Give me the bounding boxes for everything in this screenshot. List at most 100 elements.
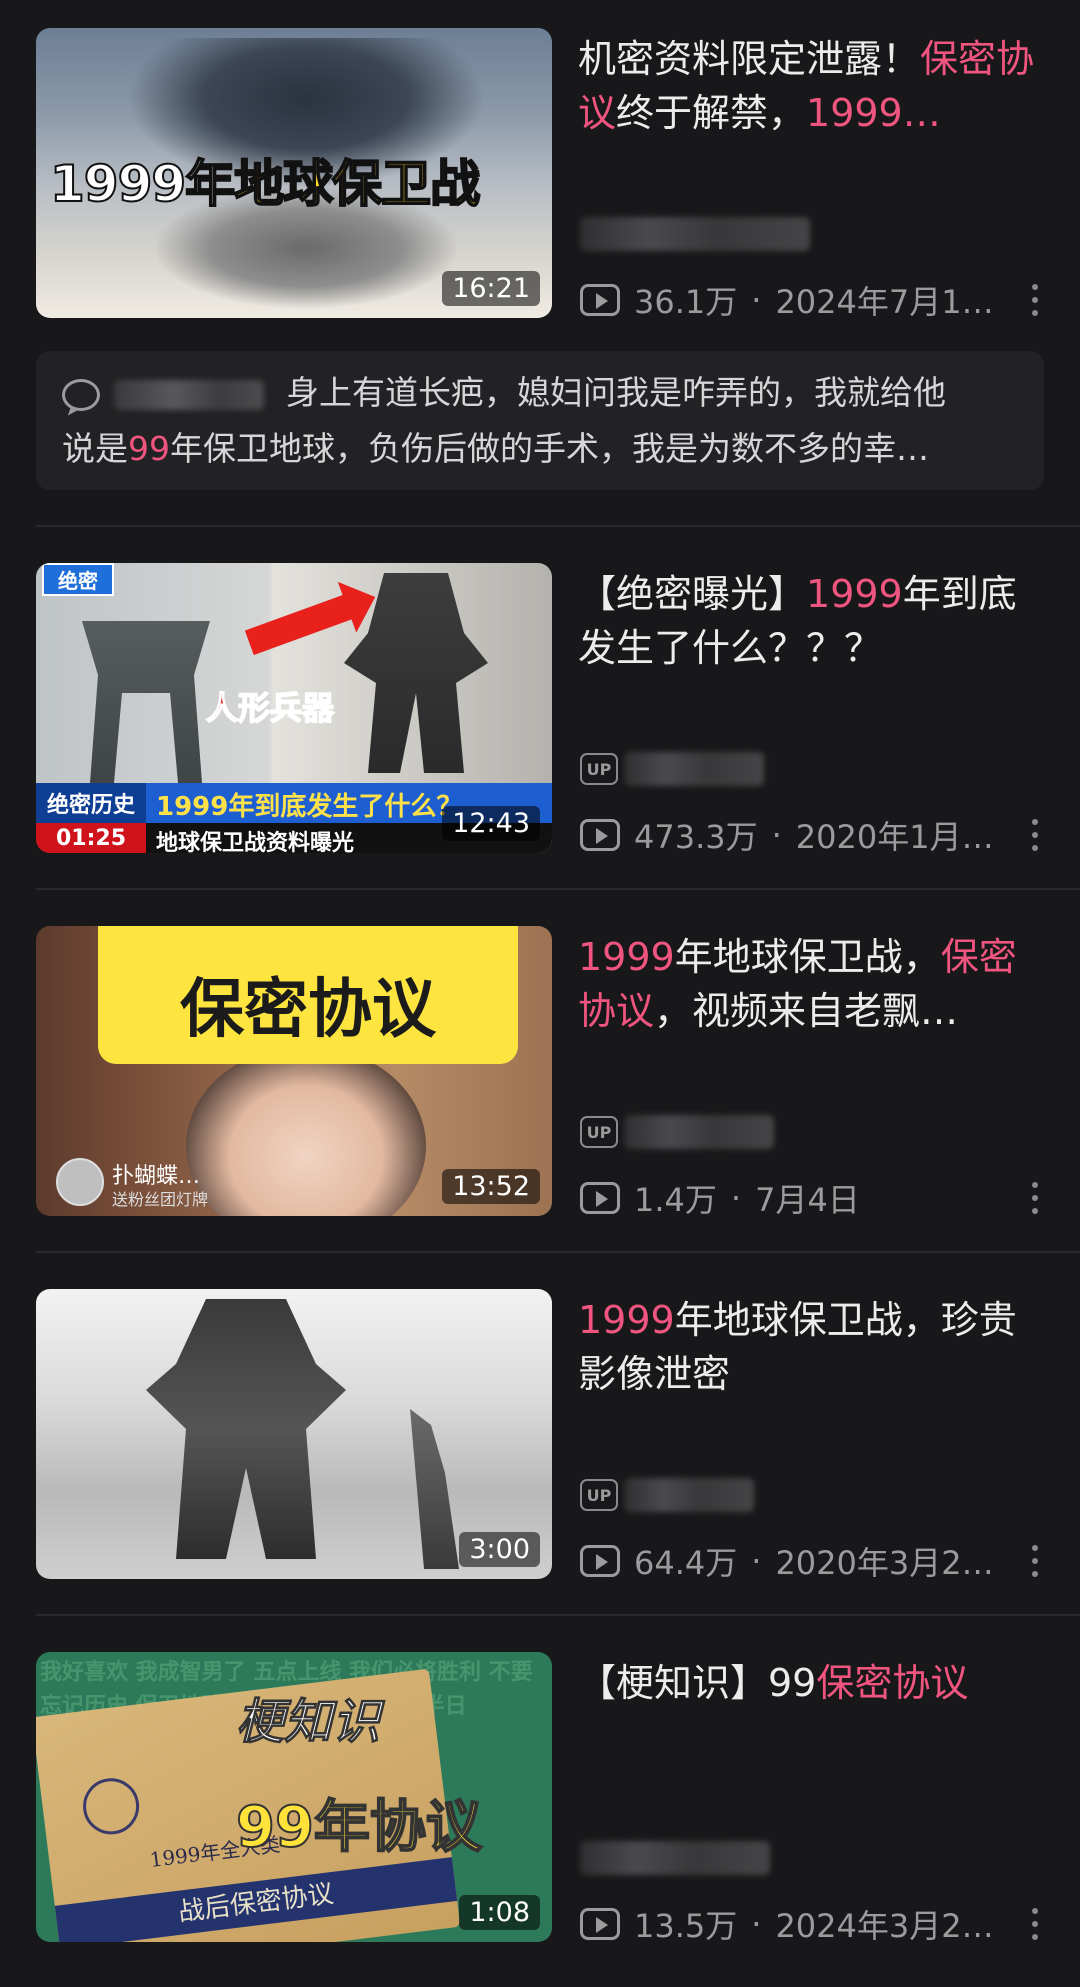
play-count-icon [580, 1908, 620, 1940]
uploader-row[interactable]: UP [580, 1475, 754, 1515]
title-highlight: 1999 [578, 935, 675, 979]
up-badge-icon: UP [580, 753, 618, 785]
title-highlight: 1999 [806, 572, 903, 616]
thumbnail-card: 保密协议 [98, 926, 518, 1064]
publish-date: 2020年3月2… [775, 1544, 994, 1582]
title-part: ，视频来自老飘… [654, 989, 959, 1033]
uploader-row[interactable] [580, 1838, 770, 1878]
title-highlight: 保密协议 [816, 1661, 969, 1705]
video-title[interactable]: 1999年地球保卫战，珍贵影像泄密 [578, 1293, 1048, 1401]
duration-badge: 3:00 [459, 1532, 540, 1567]
red-arrow-icon [244, 592, 358, 656]
face-art [186, 1046, 426, 1216]
video-thumbnail[interactable]: 保密协议 扑蝴蝶… 送粉丝团灯牌 13:52 [36, 926, 552, 1216]
robot-art [146, 1299, 346, 1559]
title-text: 机密资料限定泄露！保密协议终于解禁，1999… [578, 32, 1048, 140]
duration-badge: 13:52 [442, 1169, 540, 1204]
video-thumbnail[interactable]: 我好喜欢 我成智男了 五点上线 我们必将胜利 不要忘记历史 保卫地球 记得保密 … [36, 1652, 552, 1942]
thumbnail-caption: 1999年地球保卫战 [49, 144, 481, 216]
caption-yellow: 地球保卫战 [233, 154, 481, 214]
separator-dot: · [751, 281, 762, 319]
news-ticker-text: 地球保卫战资料曝光 [156, 831, 355, 853]
title-part: 终于解禁， [616, 91, 807, 135]
comment-line-2: 说是99年保卫地球，负伤后做的手术，我是为数不多的幸… [62, 421, 1020, 477]
divider [36, 525, 1080, 527]
uploader-name-blurred [580, 217, 810, 251]
thumbnail-yellow-caption: 99年协议 [235, 1794, 483, 1861]
more-options-icon[interactable] [1020, 1904, 1050, 1944]
title-text: 【梗知识】99保密协议 [578, 1656, 1048, 1710]
title-highlight: 1999 [578, 1298, 675, 1342]
caption-white: 1999年 [49, 154, 236, 214]
video-meta: 13.5万 · 2024年3月2… [580, 1902, 1050, 1946]
comment-text: 说是 [62, 429, 128, 468]
streamer-subtext: 送粉丝团灯牌 [112, 1190, 209, 1209]
duration-badge: 1:08 [459, 1895, 540, 1930]
video-thumbnail[interactable]: 3:00 [36, 1289, 552, 1579]
title-part: 机密资料限定泄露！ [578, 37, 921, 81]
more-options-icon[interactable] [1020, 1541, 1050, 1581]
title-text: 1999年地球保卫战，保密协议，视频来自老飘… [578, 930, 1048, 1038]
comment-bubble-icon [62, 378, 100, 411]
publish-date: 2024年3月2… [775, 1907, 994, 1945]
up-badge-icon: UP [580, 1116, 618, 1148]
comment-highlight: 99 [128, 429, 170, 468]
view-count: 36.1万 [634, 283, 738, 321]
comment-line-1: 身上有道长疤，媳妇问我是咋弄的，我就给他 [62, 365, 1020, 421]
more-options-icon[interactable] [1020, 280, 1050, 320]
video-thumbnail[interactable]: 绝密 人形兵器 绝密历史 1999年到底发生了什么？ 01:25 地球保卫战资料… [36, 563, 552, 853]
news-bar-label: 绝密历史 [36, 783, 146, 823]
view-count: 1.4万 [634, 1181, 717, 1219]
un-emblem-icon [79, 1775, 143, 1838]
view-count: 473.3万 [634, 818, 758, 856]
publish-date: 7月4日 [755, 1181, 860, 1219]
video-title[interactable]: 【绝密曝光】1999年到底发生了什么？？？ [578, 567, 1048, 675]
news-bar-text: 1999年到底发生了什么？ [156, 792, 463, 822]
more-options-icon[interactable] [1020, 1178, 1050, 1218]
play-count-icon [580, 284, 620, 316]
news-time: 01:25 [36, 823, 146, 853]
thumbnail-big-caption: 梗知识 [235, 1694, 381, 1751]
folder-band: 战后保密协议 [54, 1857, 458, 1942]
separator-dot: · [771, 816, 782, 854]
uploader-row[interactable] [580, 214, 810, 254]
view-count: 13.5万 [634, 1907, 738, 1945]
video-title[interactable]: 机密资料限定泄露！保密协议终于解禁，1999… [578, 32, 1048, 140]
separator-dot: · [730, 1179, 742, 1217]
more-options-icon[interactable] [1020, 815, 1050, 855]
video-meta: 1.4万 · 7月4日 [580, 1176, 1050, 1220]
thumbnail-red-caption: 人形兵器 [205, 688, 335, 728]
divider [36, 1251, 1080, 1253]
comment-text: 身上有道长疤，媳妇问我是咋弄的，我就给他 [286, 373, 946, 412]
streamer-avatar [56, 1158, 104, 1206]
play-count-icon [580, 819, 620, 851]
separator-dot: · [751, 1542, 762, 1580]
hot-comment[interactable]: 身上有道长疤，媳妇问我是咋弄的，我就给他 说是99年保卫地球，负伤后做的手术，我… [36, 351, 1044, 490]
title-text: 1999年地球保卫战，珍贵影像泄密 [578, 1293, 1048, 1401]
play-count-icon [580, 1182, 620, 1214]
uploader-name-blurred [580, 1841, 770, 1875]
uploader-name-blurred [624, 1115, 774, 1149]
title-part: 【绝密曝光】 [578, 572, 807, 616]
title-text: 【绝密曝光】1999年到底发生了什么？？？ [578, 567, 1048, 675]
publish-date: 2020年1月… [795, 818, 994, 856]
uploader-name-blurred [624, 752, 764, 786]
video-title[interactable]: 【梗知识】99保密协议 [578, 1656, 1048, 1710]
walker-art [82, 621, 210, 783]
publish-date: 2024年7月1… [775, 283, 994, 321]
comment-text: 年保卫地球，负伤后做的手术，我是为数不多的幸… [170, 429, 929, 468]
up-badge-icon: UP [580, 1479, 618, 1511]
divider [36, 888, 1080, 890]
commenter-name-blurred [114, 379, 264, 410]
title-part: 【梗知识】99 [578, 1661, 817, 1705]
video-meta: 473.3万 · 2020年1月… [580, 813, 1050, 857]
duration-badge: 12:43 [442, 806, 540, 841]
view-count: 64.4万 [634, 1544, 738, 1582]
video-thumbnail[interactable]: 1999年地球保卫战 16:21 [36, 28, 552, 318]
uploader-row[interactable]: UP [580, 1112, 774, 1152]
separator-dot: · [751, 1905, 762, 1943]
video-meta: 36.1万 · 2024年7月1… [580, 278, 1050, 322]
uploader-row[interactable]: UP [580, 749, 764, 789]
play-count-icon [580, 1545, 620, 1577]
video-title[interactable]: 1999年地球保卫战，保密协议，视频来自老飘… [578, 930, 1048, 1038]
